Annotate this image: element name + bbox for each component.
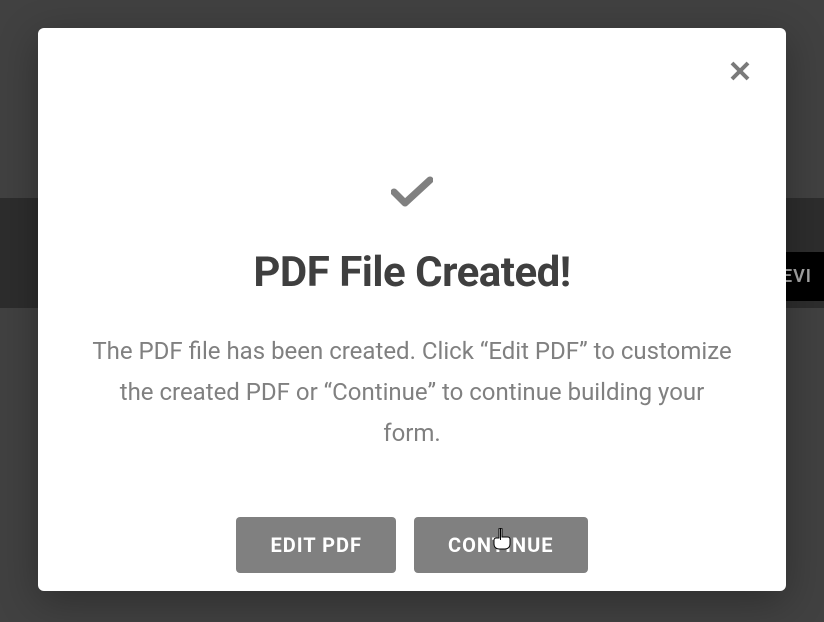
edit-pdf-button[interactable]: EDIT PDF <box>236 517 396 573</box>
continue-button[interactable]: CONTINUE <box>414 517 588 573</box>
button-row: EDIT PDF CONTINUE <box>236 517 587 573</box>
success-modal: PDF File Created! The PDF file has been … <box>38 28 786 591</box>
check-icon <box>391 176 433 208</box>
close-button[interactable] <box>726 58 754 86</box>
modal-title: PDF File Created! <box>253 248 570 297</box>
close-icon <box>728 59 752 83</box>
modal-content: PDF File Created! The PDF file has been … <box>38 28 786 573</box>
modal-description: The PDF file has been created. Click “Ed… <box>92 331 732 453</box>
